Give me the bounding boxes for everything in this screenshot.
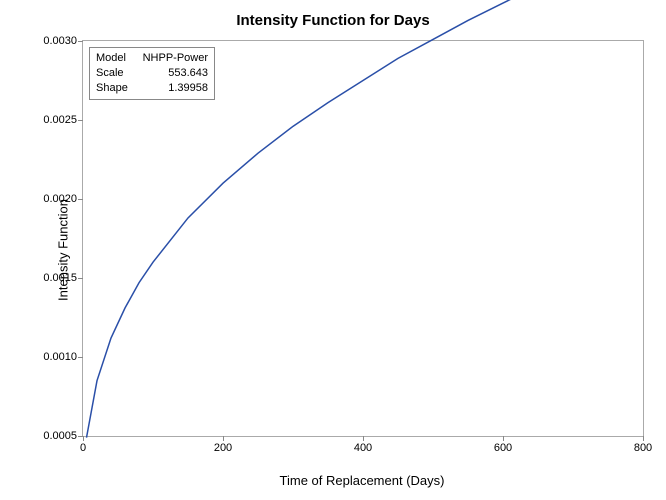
x-tick-label: 200 (214, 442, 232, 454)
chart-title: Intensity Function for Days (0, 12, 666, 29)
y-tick-mark (78, 120, 83, 121)
y-tick-label: 0.0010 (43, 351, 77, 363)
y-tick-mark (78, 41, 83, 42)
y-tick-label: 0.0015 (43, 272, 77, 284)
chart-container: Intensity Function for Days Intensity Fu… (0, 0, 666, 500)
y-tick-label: 0.0005 (43, 430, 77, 442)
intensity-curve (83, 41, 643, 436)
x-tick-label: 400 (354, 442, 372, 454)
x-tick-label: 600 (494, 442, 512, 454)
y-axis-label: Intensity Function (55, 199, 70, 301)
x-tick-mark (223, 436, 224, 441)
x-tick-mark (503, 436, 504, 441)
x-tick-label: 800 (634, 442, 652, 454)
x-axis-label: Time of Replacement (Days) (82, 473, 642, 488)
y-tick-label: 0.0020 (43, 193, 77, 205)
plot-area: Model NHPP-Power Scale 553.643 Shape 1.3… (82, 40, 644, 437)
y-tick-label: 0.0030 (43, 35, 77, 47)
y-tick-mark (78, 278, 83, 279)
y-tick-mark (78, 357, 83, 358)
x-tick-mark (643, 436, 644, 441)
y-tick-mark (78, 199, 83, 200)
y-tick-label: 0.0025 (43, 114, 77, 126)
x-tick-mark (83, 436, 84, 441)
x-tick-label: 0 (80, 442, 86, 454)
x-tick-mark (363, 436, 364, 441)
